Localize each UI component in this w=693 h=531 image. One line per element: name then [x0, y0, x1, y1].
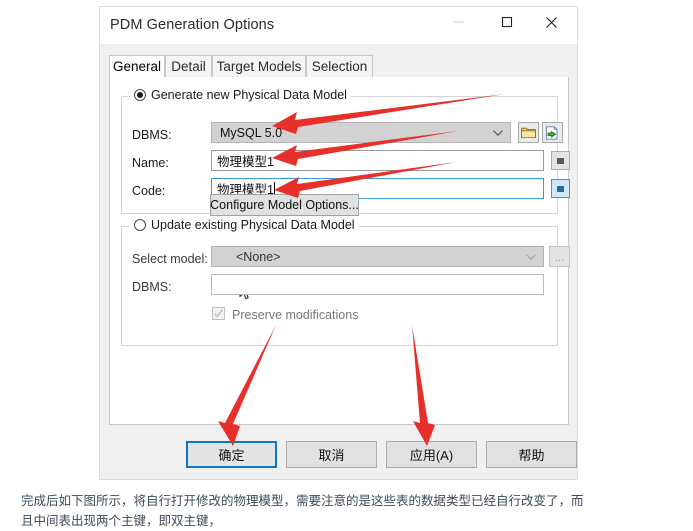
update-existing-model-legend[interactable]: Update existing Physical Data Model	[130, 218, 359, 232]
window-title: PDM Generation Options	[110, 17, 275, 33]
generate-new-model-label: Generate new Physical Data Model	[151, 88, 347, 102]
update-existing-model-radio[interactable]	[134, 219, 146, 231]
help-button[interactable]: 帮助	[486, 441, 577, 468]
name-options-button[interactable]	[551, 151, 570, 170]
code-options-button[interactable]	[551, 179, 570, 198]
generate-new-model-legend[interactable]: Generate new Physical Data Model	[130, 88, 351, 102]
preserve-modifications-label: Preserve modifications	[232, 308, 359, 322]
tab-page-general: Generate new Physical Data Model DBMS: M…	[109, 77, 570, 425]
update-existing-model-group: Update existing Physical Data Model Sele…	[121, 218, 570, 346]
update-dbms-input[interactable]	[211, 274, 544, 295]
tab-strip: General Detail Target Models Selection	[109, 55, 569, 78]
close-icon[interactable]	[529, 7, 573, 37]
dbms-combo-value: MySQL 5.0	[220, 125, 283, 140]
name-label: Name:	[132, 156, 169, 170]
title-bar: PDM Generation Options	[100, 7, 577, 45]
green-arrow-page-icon	[545, 125, 558, 140]
tab-selection[interactable]: Selection	[306, 55, 373, 78]
name-input-value: 物理模型1	[217, 155, 274, 169]
select-model-combo[interactable]: <None>	[211, 246, 544, 267]
small-square-icon	[557, 157, 564, 164]
small-square-icon	[557, 185, 564, 192]
help-button-label: 帮助	[518, 448, 545, 463]
caption-line-2: 且中间表出现两个主键，即双主键，	[21, 514, 222, 528]
select-model-label: Select model:	[132, 252, 208, 266]
tab-target-models-label: Target Models	[216, 59, 302, 74]
update-dbms-label: DBMS:	[132, 280, 172, 294]
checkmark-icon	[214, 309, 223, 318]
apply-button[interactable]: 应用(A)	[386, 441, 477, 468]
select-model-browse-label: ...	[554, 252, 565, 264]
generate-new-model-radio[interactable]	[134, 89, 146, 101]
update-existing-model-label: Update existing Physical Data Model	[151, 218, 355, 232]
maximize-icon[interactable]	[485, 7, 529, 37]
dbms-browse-button[interactable]	[518, 122, 539, 143]
preserve-modifications-checkbox[interactable]	[212, 307, 225, 320]
dbms-import-button[interactable]	[542, 122, 563, 143]
dbms-combo[interactable]: MySQL 5.0	[211, 122, 511, 143]
tab-general-label: General	[112, 59, 162, 74]
select-model-browse-button[interactable]: ...	[549, 246, 570, 267]
folder-icon	[521, 127, 536, 139]
apply-button-label: 应用(A)	[409, 448, 454, 463]
ok-button-label: 确定	[218, 448, 245, 463]
select-model-value: <None>	[236, 249, 281, 264]
tab-detail[interactable]: Detail	[165, 55, 212, 78]
caption-line-1: 完成后如下图所示，将自行打开修改的物理模型，需要注意的是这些表的数据类型已经自行…	[21, 494, 584, 508]
tab-selection-label: Selection	[311, 59, 368, 74]
minimize-icon[interactable]	[437, 7, 481, 37]
ok-button[interactable]: 确定	[186, 441, 277, 468]
configure-model-options-button[interactable]: Configure Model Options...	[210, 194, 359, 216]
tab-detail-label: Detail	[171, 59, 206, 74]
caption-text: 完成后如下图所示，将自行打开修改的物理模型，需要注意的是这些表的数据类型已经自行…	[21, 491, 676, 531]
dbms-label: DBMS:	[132, 128, 172, 142]
cancel-button-label: 取消	[318, 448, 345, 463]
pdm-generation-options-dialog: PDM Generation Options General Detail Ta…	[99, 6, 578, 480]
tab-target-models[interactable]: Target Models	[212, 55, 306, 78]
cancel-button[interactable]: 取消	[286, 441, 377, 468]
configure-model-options-label: Configure Model Options...	[210, 198, 359, 212]
chevron-down-icon	[526, 253, 536, 260]
chevron-down-icon	[493, 129, 503, 136]
code-label: Code:	[132, 184, 166, 198]
name-input[interactable]: 物理模型1	[211, 150, 544, 171]
tab-general[interactable]: General	[109, 55, 165, 78]
